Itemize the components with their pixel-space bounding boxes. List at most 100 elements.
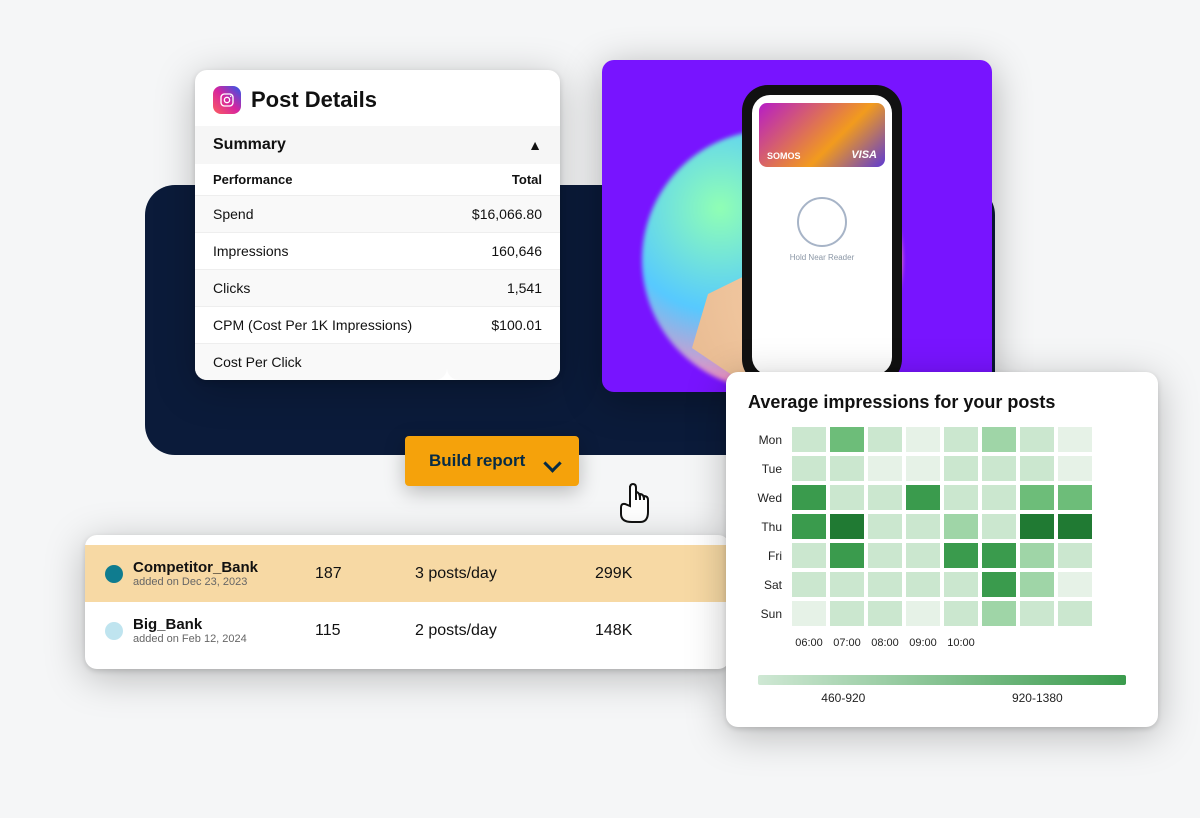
heatmap-cell xyxy=(868,572,902,597)
heatmap-cell xyxy=(1020,572,1054,597)
heatmap-cell xyxy=(944,601,978,626)
heatmap-cell xyxy=(830,485,864,510)
heatmap-cell xyxy=(830,514,864,539)
row-cpc: Cost Per Click xyxy=(195,344,560,381)
heatmap-day-label: Sat xyxy=(748,578,788,592)
heatmap-cell xyxy=(868,543,902,568)
heatmap-cell xyxy=(982,572,1016,597)
heatmap-cell xyxy=(1058,485,1092,510)
heatmap-cell xyxy=(982,543,1016,568)
instagram-icon xyxy=(213,86,241,114)
heatmap-hour-label: 10:00 xyxy=(944,637,978,649)
heatmap-cell xyxy=(1058,601,1092,626)
heatmap-cell xyxy=(1020,514,1054,539)
heatmap-cell xyxy=(944,485,978,510)
heatmap-cell xyxy=(792,485,826,510)
heatmap-cell xyxy=(944,456,978,481)
promo-image-card: SOMOS Hold Near Reader xyxy=(602,60,992,392)
competitor-name: Big_Bank xyxy=(133,616,247,633)
heatmap-cell xyxy=(906,543,940,568)
heatmap-cell xyxy=(830,601,864,626)
heatmap-cell xyxy=(792,572,826,597)
phone-mockup: SOMOS Hold Near Reader xyxy=(742,85,902,385)
chevron-up-icon: ▲ xyxy=(528,137,542,153)
heatmap-cell xyxy=(944,514,978,539)
build-report-label: Build report xyxy=(429,451,525,470)
credit-card: SOMOS xyxy=(759,103,885,167)
competitor-posts: 187 xyxy=(315,565,405,583)
col-performance: Performance xyxy=(195,164,447,196)
heatmap-cell xyxy=(868,427,902,452)
heatmap-card: Average impressions for your posts Mon Tu… xyxy=(726,372,1158,727)
summary-toggle[interactable]: Summary ▲ xyxy=(195,126,560,164)
heatmap-cell xyxy=(944,543,978,568)
summary-table: Performance Total Spend $16,066.80 Impre… xyxy=(195,164,560,380)
nfc-ring-icon xyxy=(797,197,847,247)
summary-label: Summary xyxy=(213,136,286,154)
heatmap-cell xyxy=(1020,456,1054,481)
heatmap-cell xyxy=(792,601,826,626)
col-total: Total xyxy=(447,164,560,196)
heatmap-cell xyxy=(830,543,864,568)
heatmap-cell xyxy=(906,485,940,510)
heatmap-day-label: Thu xyxy=(748,520,788,534)
heatmap-cell xyxy=(906,572,940,597)
row-spend: Spend $16,066.80 xyxy=(195,196,560,233)
heatmap-cell xyxy=(906,427,940,452)
heatmap-cell xyxy=(868,514,902,539)
heatmap-cell xyxy=(906,456,940,481)
cursor-pointer-icon xyxy=(610,480,660,530)
competitor-dot xyxy=(105,622,123,640)
legend-tick: 920-1380 xyxy=(1012,691,1063,705)
competitor-rate: 2 posts/day xyxy=(415,622,585,640)
heatmap-cell xyxy=(1058,543,1092,568)
heatmap-cell xyxy=(982,485,1016,510)
heatmap-hour-label: 06:00 xyxy=(792,637,826,649)
heatmap-hour-label: 09:00 xyxy=(906,637,940,649)
heatmap-day-label: Tue xyxy=(748,462,788,476)
heatmap-cell xyxy=(1020,485,1054,510)
row-impressions: Impressions 160,646 xyxy=(195,233,560,270)
heatmap-day-label: Mon xyxy=(748,433,788,447)
heatmap-day-label: Sun xyxy=(748,607,788,621)
heatmap-cell xyxy=(906,601,940,626)
heatmap-cell xyxy=(792,543,826,568)
competitor-reach: 299K xyxy=(595,565,715,583)
heatmap-cell xyxy=(792,456,826,481)
heatmap-hour-label: 07:00 xyxy=(830,637,864,649)
post-details-title: Post Details xyxy=(251,87,377,113)
heatmap-cell xyxy=(944,427,978,452)
heatmap-cell xyxy=(982,456,1016,481)
legend-tick: 460-920 xyxy=(821,691,865,705)
row-cpm: CPM (Cost Per 1K Impressions) $100.01 xyxy=(195,307,560,344)
heatmap-cell xyxy=(792,514,826,539)
heatmap-cell xyxy=(868,485,902,510)
competitor-added: added on Dec 23, 2023 xyxy=(133,576,258,588)
heatmap-cell xyxy=(1058,572,1092,597)
competitor-row[interactable]: Competitor_Bank added on Dec 23, 2023 18… xyxy=(85,545,730,602)
competitors-card: Competitor_Bank added on Dec 23, 2023 18… xyxy=(85,535,730,669)
competitor-name: Competitor_Bank xyxy=(133,559,258,576)
heatmap-day-label: Fri xyxy=(748,549,788,563)
heatmap-cell xyxy=(982,514,1016,539)
heatmap-cell xyxy=(982,601,1016,626)
heatmap-cell xyxy=(982,427,1016,452)
heatmap-title: Average impressions for your posts xyxy=(748,392,1136,413)
card-name: SOMOS xyxy=(767,151,801,161)
heatmap-grid: Mon Tue Wed Thu Fri Sat Sun 06:00 07:00 08:00 09:0… xyxy=(748,427,1136,655)
competitor-row[interactable]: Big_Bank added on Feb 12, 2024 115 2 pos… xyxy=(85,602,730,659)
build-report-button[interactable]: Build report xyxy=(405,436,579,486)
competitor-dot xyxy=(105,565,123,583)
heatmap-cell xyxy=(1058,514,1092,539)
heatmap-cell xyxy=(830,427,864,452)
heatmap-cell xyxy=(1020,543,1054,568)
heatmap-cell xyxy=(868,456,902,481)
heatmap-cell xyxy=(868,601,902,626)
heatmap-cell xyxy=(1020,601,1054,626)
heatmap-hour-label: 08:00 xyxy=(868,637,902,649)
heatmap-day-label: Wed xyxy=(748,491,788,505)
competitor-rate: 3 posts/day xyxy=(415,565,585,583)
heatmap-cell xyxy=(830,456,864,481)
competitor-added: added on Feb 12, 2024 xyxy=(133,633,247,645)
row-clicks: Clicks 1,541 xyxy=(195,270,560,307)
